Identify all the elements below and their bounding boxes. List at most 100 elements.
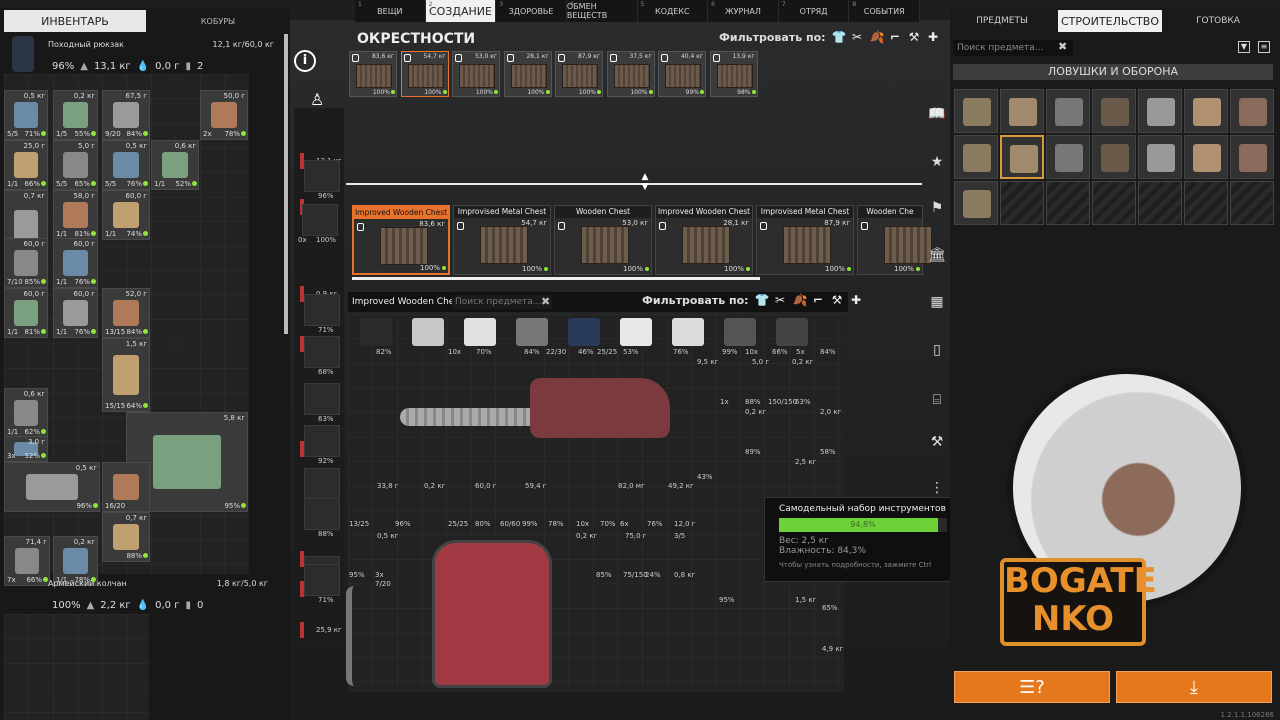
container-item[interactable] [776,318,808,346]
inventory-item[interactable]: 67,5 г 9/20 84% [102,90,150,140]
inventory-item[interactable]: 60,0 г 1/1 76% [53,238,98,288]
tab-2[interactable]: 2 СОЗДАНИЕ [425,0,497,22]
container-item[interactable] [672,318,704,346]
more-icon[interactable]: ⋮ [927,478,947,498]
equipment-slot[interactable] [304,336,340,368]
container-item[interactable] [464,318,496,346]
tab-7[interactable]: 7 ОТРЯД [778,0,850,22]
recipe-item[interactable] [954,135,998,179]
inventory-item[interactable]: 60,0 г 1/1 81% [4,288,48,338]
recipe-item[interactable] [1230,135,1274,179]
tools-icon[interactable]: ⚒ [927,432,947,452]
inventory-item[interactable]: 16/20 [102,462,150,512]
recipe-info-button[interactable]: ☰? [954,671,1110,703]
fence-icon[interactable]: ⌸ [927,390,947,410]
inventory-item[interactable]: 0,5 кг 5/5 76% [102,140,150,190]
inventory-item[interactable]: 60,0 г 1/1 74% [102,190,150,240]
container-card[interactable]: Improvised Metal Chest 87,9 кг 100% [756,205,854,275]
equipment-slot[interactable] [302,204,338,236]
equipment-slot[interactable] [304,160,340,192]
star-icon[interactable]: ★ [927,152,947,172]
inventory-item[interactable]: 0,5 кг 5/5 71% [4,90,48,140]
vicinity-crate[interactable]: 13,9 кг 98% [709,51,758,97]
recipe-item[interactable] [954,181,998,225]
recipe-item[interactable] [1046,135,1090,179]
clothing-filter-icon[interactable]: 👕 [755,294,770,307]
vicinity-crate[interactable]: 87,9 кг 100% [555,51,603,97]
crowbar-item[interactable] [346,586,396,686]
recipe-item[interactable] [1138,89,1182,133]
inventory-item[interactable]: 25,0 г 1/1 66% [4,140,48,190]
resources-filter-icon[interactable]: ⚒ [831,294,844,307]
vicinity-crate[interactable]: 53,0 кг 100% [452,51,500,97]
inventory-item[interactable]: 60,0 г 1/1 76% [53,288,98,338]
resize-handle-icon[interactable]: ▲ ▼ [640,172,650,194]
inventory-item[interactable]: 50,0 г 2x 78% [200,90,248,140]
container-card[interactable]: Improvised Metal Chest 54,7 кг 100% [453,205,551,275]
tab-items[interactable]: ПРЕДМЕТЫ [950,10,1054,32]
recipe-item[interactable] [1230,89,1274,133]
inventory-item[interactable]: 0,7 кг 88% [102,512,150,562]
container-card[interactable]: Improved Wooden Chest 83,6 кг 100% [352,205,450,275]
container-item[interactable] [516,318,548,346]
container-search-input[interactable]: Поиск предмета... [452,295,552,309]
equipment-slot[interactable] [304,383,340,415]
recipe-item[interactable] [1184,135,1228,179]
inventory-item[interactable]: 58,0 г 1/1 81% [53,190,98,240]
chart-icon[interactable]: ▦ [927,292,947,312]
container-item[interactable] [360,318,392,346]
recipe-item[interactable] [954,89,998,133]
inventory-item[interactable]: 3,0 г 3x 52% [4,436,48,462]
recipe-item[interactable] [1092,135,1136,179]
container-item[interactable] [620,318,652,346]
tab-6[interactable]: 6 ЖУРНАЛ [708,0,779,22]
container-card[interactable]: Wooden Che 100% [857,205,932,275]
container-scrollbar[interactable] [352,277,760,280]
quiver-grid[interactable] [4,614,149,720]
tab-cooking[interactable]: ГОТОВКА [1166,10,1270,32]
recipe-item[interactable] [1000,135,1044,179]
quiver-header[interactable]: Армейский колчан 1,8 кг/5,0 кг [4,575,284,592]
tools-filter-icon[interactable]: ✂ [851,31,864,44]
vicinity-crate[interactable]: 83,6 кг 100% [349,51,397,97]
craft-search-input[interactable]: Поиск предмета... [953,40,1073,56]
recipe-item[interactable] [1092,89,1136,133]
equipment-slot[interactable] [304,294,340,326]
resources-filter-icon[interactable]: ⚒ [908,31,921,44]
red-backpack-item[interactable] [432,540,552,688]
misc-filter-icon[interactable]: ✚ [850,294,863,307]
category-header[interactable]: ЛОВУШКИ И ОБОРОНА [953,64,1273,80]
tab-3[interactable]: 3 ЗДОРОВЬЕ [496,0,567,22]
inventory-item[interactable]: 0,6 кг 1/1 52% [151,140,199,190]
vicinity-crate[interactable]: 40,4 кг 99% [658,51,706,97]
tab-construction[interactable]: СТРОИТЕЛЬСТВО [1058,10,1162,32]
recipe-item[interactable] [1046,89,1090,133]
tab-4[interactable]: 4 ОБМЕН ВЕЩЕСТВ [566,0,638,22]
food-filter-icon[interactable]: 🍂 [870,31,885,44]
inventory-item[interactable]: 5,0 г 5/5 65% [53,140,98,190]
collapse-icon[interactable]: ▼ [1238,41,1250,53]
download-button[interactable]: ⤓ [1116,671,1272,703]
tab-5[interactable]: 5 КОДЕКС [637,0,709,22]
container-item[interactable] [724,318,756,346]
weapon-filter-icon[interactable]: ⌐ [889,31,902,44]
tools-filter-icon[interactable]: ✂ [774,294,787,307]
equipment-slot[interactable] [304,468,340,500]
inventory-item[interactable]: 52,0 г 13/15 84% [102,288,150,338]
clear-search-icon[interactable]: ✖ [541,295,550,308]
vicinity-crate[interactable]: 28,1 кг 100% [503,51,552,97]
vicinity-crate[interactable]: 37,5 кг 100% [606,51,655,97]
equipment-slot[interactable] [304,425,340,457]
container-item[interactable] [568,318,600,346]
inventory-item[interactable]: 0,5 кг 96% [4,462,100,512]
info-icon[interactable]: i [294,50,316,72]
door-icon[interactable]: ▯ [927,340,947,360]
scrollbar[interactable] [284,34,288,334]
tab-8[interactable]: 8 СОБЫТИЯ [849,0,920,22]
recipe-item[interactable] [1138,135,1182,179]
container-card[interactable]: Wooden Chest 53,0 кг 100% [554,205,652,275]
clear-search-icon[interactable]: ✖ [1058,40,1067,53]
chainsaw-item[interactable] [400,378,670,456]
backpack-header[interactable]: Походный рюкзак 12,1 кг/60,0 кг [4,36,284,53]
equipment-slot[interactable] [304,498,340,530]
